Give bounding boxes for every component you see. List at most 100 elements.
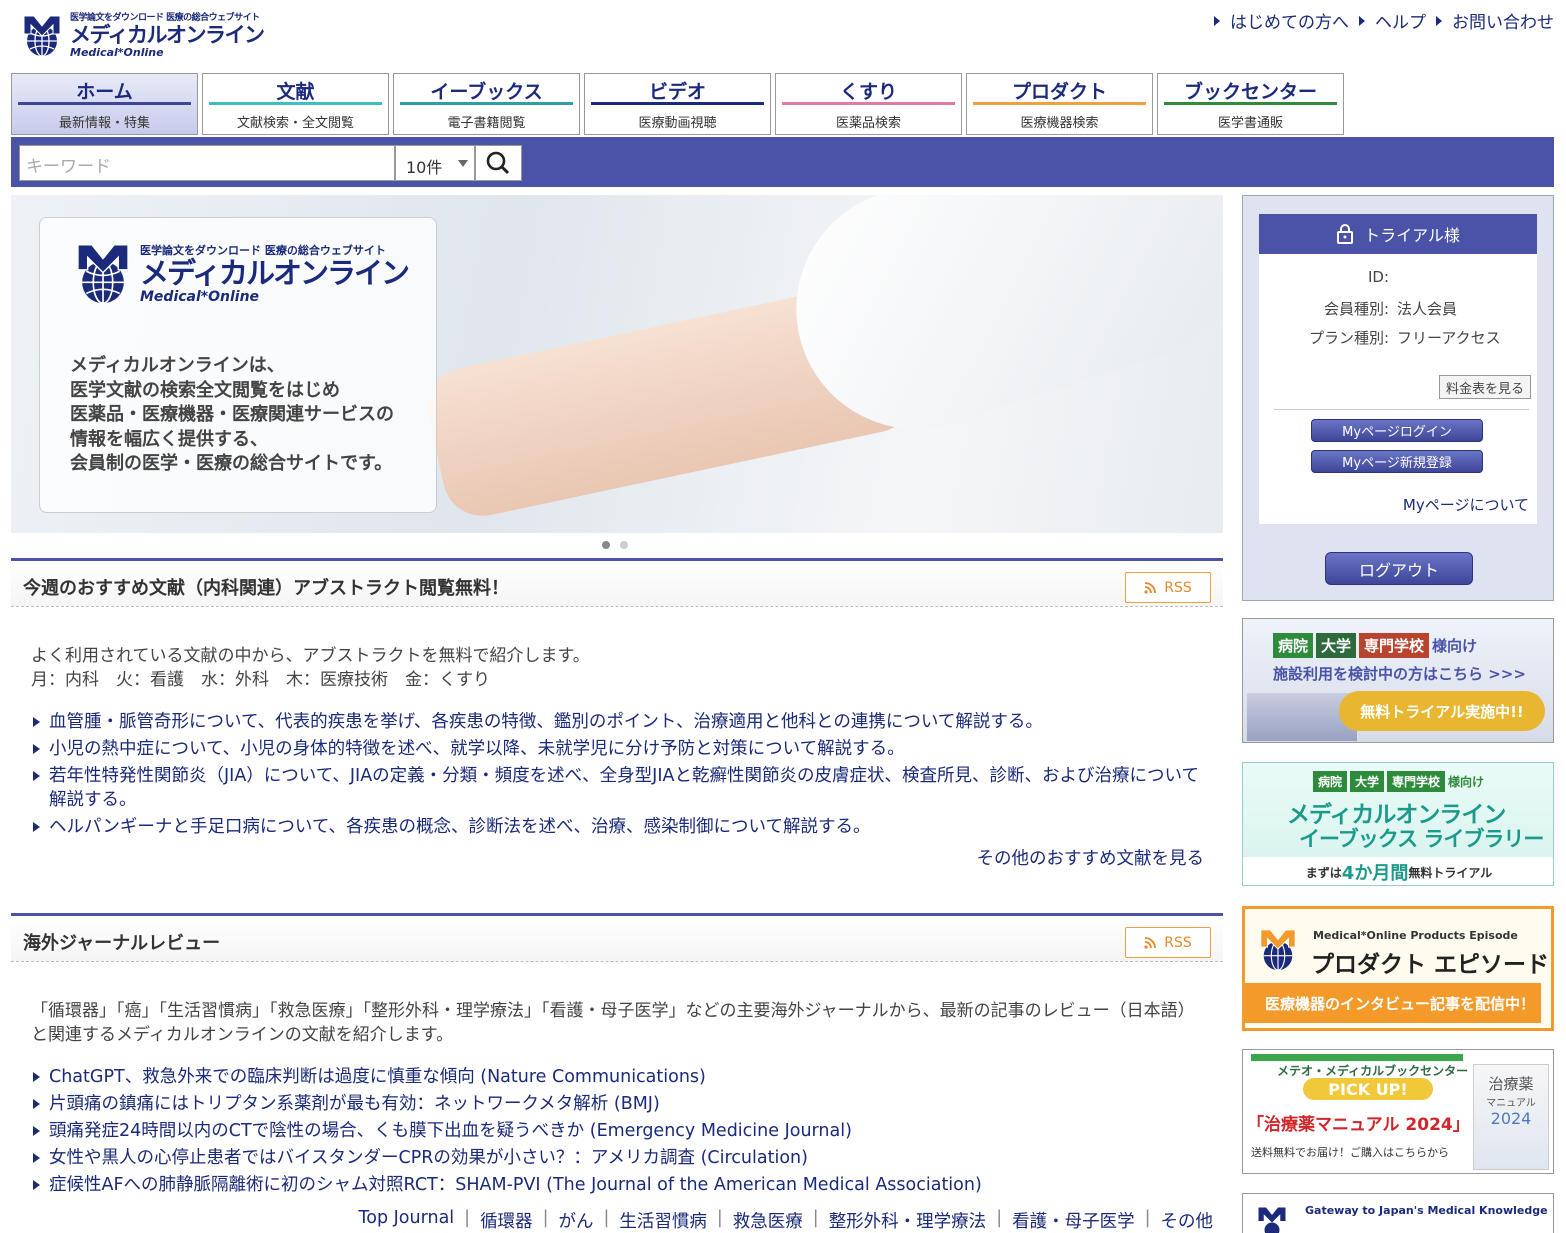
green-bar bbox=[1251, 1054, 1463, 1061]
recommend-header: 今週のおすすめ文献（内科関連）アブストラクト閲覧無料！ RSS bbox=[11, 558, 1223, 607]
link-beginners[interactable]: はじめての方へ bbox=[1214, 8, 1349, 33]
ad-foot-pre: まずは bbox=[1305, 865, 1342, 880]
link-help[interactable]: ヘルプ bbox=[1359, 8, 1426, 33]
journal-header: 海外ジャーナルレビュー RSS bbox=[11, 913, 1223, 962]
ad-text: Gateway to Japan's Medical Knowledge bbox=[1305, 1204, 1548, 1217]
top-links: はじめての方へ ヘルプ お問い合わせ bbox=[1214, 8, 1554, 33]
search-bar: キーワード 10件 bbox=[11, 137, 1554, 187]
ad-badge-suffix: 様向け bbox=[1432, 637, 1478, 655]
ebooks-ad[interactable]: 病院 大学 専門学校 様向け メディカルオンライン イーブックス ライブラリー … bbox=[1242, 762, 1554, 886]
logo-globe-icon bbox=[20, 14, 64, 58]
ad-line: 施設利用を検討中の方はこちら >>> bbox=[1273, 665, 1526, 683]
search-button[interactable] bbox=[475, 145, 522, 181]
logout-button[interactable]: ログアウト bbox=[1325, 552, 1473, 585]
gateway-ad[interactable]: Gateway to Japan's Medical Knowledge bbox=[1242, 1193, 1554, 1233]
id-label: ID: bbox=[1367, 268, 1389, 286]
cover-sub: マニュアル bbox=[1486, 1098, 1536, 1109]
category-link[interactable]: 救急医療 bbox=[723, 1208, 813, 1233]
recommend-item[interactable]: 若年性特発性関節炎（JIA）について、JIAの定義・分類・頻度を述べ、全身型JI… bbox=[31, 764, 1223, 812]
site-logo[interactable]: 医学論文をダウンロード 医療の総合ウェブサイト メディカルオンライン Medic… bbox=[20, 10, 270, 62]
ad-foot: 送料無料でお届け！ご購入はこちらから bbox=[1251, 1146, 1449, 1159]
carousel-dot-2[interactable] bbox=[620, 541, 628, 549]
price-table-button[interactable]: 料金表を見る bbox=[1439, 375, 1531, 399]
mypage-about-link[interactable]: Myページについて bbox=[1403, 494, 1529, 515]
journal-intro: 「循環器」「癌」「生活習慣病」「救急医療」「整形外科・理学療法」「看護・母子医学… bbox=[31, 1001, 1195, 1045]
tab-6[interactable]: ブックセンター 医学書通販 bbox=[1157, 73, 1344, 135]
banner-line: メディカルオンラインは、 bbox=[70, 355, 285, 376]
tab-subtitle: 医薬品検索 bbox=[835, 116, 901, 131]
banner-description: メディカルオンラインは、 医学文献の検索全文閲覧をはじめ 医薬品・医療機器・医療… bbox=[70, 354, 430, 477]
ad-badge-university: 大学 bbox=[1316, 633, 1357, 658]
tab-2[interactable]: イーブックス 電子書籍閲覧 bbox=[393, 73, 580, 135]
recommend-item[interactable]: 小児の熱中症について、小児の身体的特徴を述べ、就学以降、未就学児に分け予防と対策… bbox=[31, 737, 1223, 761]
journal-title: 海外ジャーナルレビュー bbox=[23, 933, 221, 954]
ad-foot-em: 4か月間 bbox=[1341, 863, 1409, 884]
journal-item[interactable]: 片頭痛の鎮痛にはトリプタン系薬剤が最も有効：ネットワークメタ解析 (BMJ) bbox=[31, 1092, 1223, 1116]
banner-name: メディカルオンライン bbox=[140, 255, 410, 290]
tab-5[interactable]: プロダクト 医療機器検索 bbox=[966, 73, 1153, 135]
category-link[interactable]: その他 bbox=[1151, 1208, 1224, 1233]
category-link[interactable]: Top Journal bbox=[349, 1208, 465, 1233]
recommend-rss-button[interactable]: RSS bbox=[1125, 572, 1211, 603]
recommend-title: 今週のおすすめ文献（内科関連）アブストラクト閲覧無料！ bbox=[23, 578, 509, 599]
tab-subtitle: 文献検索・全文閲覧 bbox=[236, 116, 354, 131]
globe-logo-icon bbox=[1260, 929, 1296, 971]
product-episode-ad[interactable]: Medical*Online Products Episode プロダクト エピ… bbox=[1242, 906, 1554, 1031]
category-link[interactable]: がん bbox=[548, 1208, 603, 1233]
tab-subtitle: 医学書通販 bbox=[1217, 116, 1283, 131]
tab-subtitle: 電子書籍閲覧 bbox=[447, 116, 526, 131]
tab-1[interactable]: 文献 文献検索・全文閲覧 bbox=[202, 73, 389, 135]
journal-item[interactable]: ChatGPT、救急外来での臨床判断は過度に慎重な傾向 (Nature Comm… bbox=[31, 1065, 1223, 1089]
banner-name-en: Medical*Online bbox=[140, 288, 260, 305]
ad-badge-university: 大学 bbox=[1350, 771, 1385, 792]
rss-icon bbox=[1144, 936, 1157, 949]
category-link[interactable]: 看護・母子医学 bbox=[1002, 1208, 1145, 1233]
banner-globe-icon bbox=[72, 242, 134, 306]
main-tabs: ホーム 最新情報・特集 文献 文献検索・全文閲覧 イーブックス 電子書籍閲覧 ビデオ 医療動画… bbox=[11, 73, 1344, 135]
recommend-more-link[interactable]: その他のおすすめ文献を見る bbox=[11, 845, 1223, 870]
tab-4[interactable]: くすり 医薬品検索 bbox=[775, 73, 962, 135]
category-link[interactable]: 生活習慣病 bbox=[609, 1208, 717, 1233]
category-link[interactable]: 整形外科・理学療法 bbox=[819, 1208, 997, 1233]
search-input[interactable]: キーワード bbox=[19, 145, 395, 181]
journal-item[interactable]: 症候性AFへの肺静脈隔離術に初のシャム対照RCT：SHAM-PVI (The J… bbox=[31, 1173, 1223, 1197]
banner-line: 医学文献の検索全文閲覧をはじめ bbox=[70, 379, 340, 401]
ad-badge-hospital: 病院 bbox=[1273, 633, 1314, 658]
trial-ad[interactable]: 病院 大学 専門学校 様向け 施設利用を検討中の方はこちら >>> 無料トライア… bbox=[1242, 618, 1554, 743]
ad-title-2: イーブックス ライブラリー bbox=[1299, 827, 1544, 851]
logo-tagline: 医学論文をダウンロード 医療の総合ウェブサイト bbox=[70, 13, 260, 23]
ad-foot-post: 無料トライアル bbox=[1408, 865, 1493, 880]
rss-label: RSS bbox=[1164, 934, 1192, 951]
mypage-register-button[interactable]: Myページ新規登録 bbox=[1311, 450, 1483, 473]
tab-subtitle: 最新情報・特集 bbox=[58, 116, 150, 131]
category-link[interactable]: 循環器 bbox=[470, 1208, 543, 1233]
tab-3[interactable]: ビデオ 医療動画視聴 bbox=[584, 73, 771, 135]
journal-item[interactable]: 女性や黒人の心停止患者ではバイスタンダーCPRの効果が小さい？：アメリカ調査 (… bbox=[31, 1146, 1223, 1170]
divider bbox=[1274, 409, 1529, 410]
search-icon bbox=[486, 151, 510, 175]
cover-year: 2024 bbox=[1490, 1109, 1532, 1128]
member-value: 法人会員 bbox=[1397, 300, 1458, 318]
account-panel: トライアル様 ID: 会員種別: 法人会員 プラン種別: フリーアクセス 料金表… bbox=[1242, 195, 1554, 601]
recommend-item[interactable]: 血管腫・脈管奇形について、代表的疾患を挙げ、各疾患の特徴、鑑別のポイント、治療適… bbox=[31, 710, 1223, 734]
result-count-select[interactable]: 10件 bbox=[395, 145, 475, 181]
journal-item[interactable]: 頭痛発症24時間以内のCTで陰性の場合、くも膜下出血を疑うべきか (Emerge… bbox=[31, 1119, 1223, 1143]
book-pickup-ad[interactable]: メテオ・メディカルブックセンター PICK UP! 「治療薬マニュアル 2024… bbox=[1242, 1049, 1554, 1174]
ad-head: メテオ・メディカルブックセンター bbox=[1277, 1064, 1469, 1078]
hero-banner[interactable]: 医学論文をダウンロード 医療の総合ウェブサイト メディカルオンライン Medic… bbox=[11, 195, 1223, 533]
recommend-list: 血管腫・脈管奇形について、代表的疾患を挙げ、各疾患の特徴、鑑別のポイント、治療適… bbox=[11, 710, 1223, 839]
journal-list: ChatGPT、救急外来での臨床判断は過度に慎重な傾向 (Nature Comm… bbox=[11, 1065, 1223, 1197]
ad-subtitle: Medical*Online Products Episode bbox=[1313, 929, 1518, 942]
journal-rss-button[interactable]: RSS bbox=[1125, 927, 1211, 958]
carousel-dot-1[interactable] bbox=[602, 541, 610, 549]
rss-icon bbox=[1144, 581, 1157, 594]
recommend-item[interactable]: ヘルパンギーナと手足口病について、各疾患の概念、診断法を述べ、治療、感染制御につ… bbox=[31, 815, 1223, 839]
link-contact[interactable]: お問い合わせ bbox=[1436, 8, 1554, 33]
journal-categories: Top Journal | 循環器 | がん | 生活習慣病 | 救急医療 | 整形外科・理学療法 |… bbox=[349, 1208, 1223, 1233]
ad-badge-school: 専門学校 bbox=[1359, 633, 1430, 658]
banner-line: 医薬品・医療機器・医療関連サービスの bbox=[70, 404, 394, 425]
rss-label: RSS bbox=[1164, 579, 1192, 596]
tab-0[interactable]: ホーム 最新情報・特集 bbox=[11, 73, 198, 135]
mypage-login-button[interactable]: Myページログイン bbox=[1311, 419, 1483, 442]
carousel-dots bbox=[602, 541, 628, 549]
